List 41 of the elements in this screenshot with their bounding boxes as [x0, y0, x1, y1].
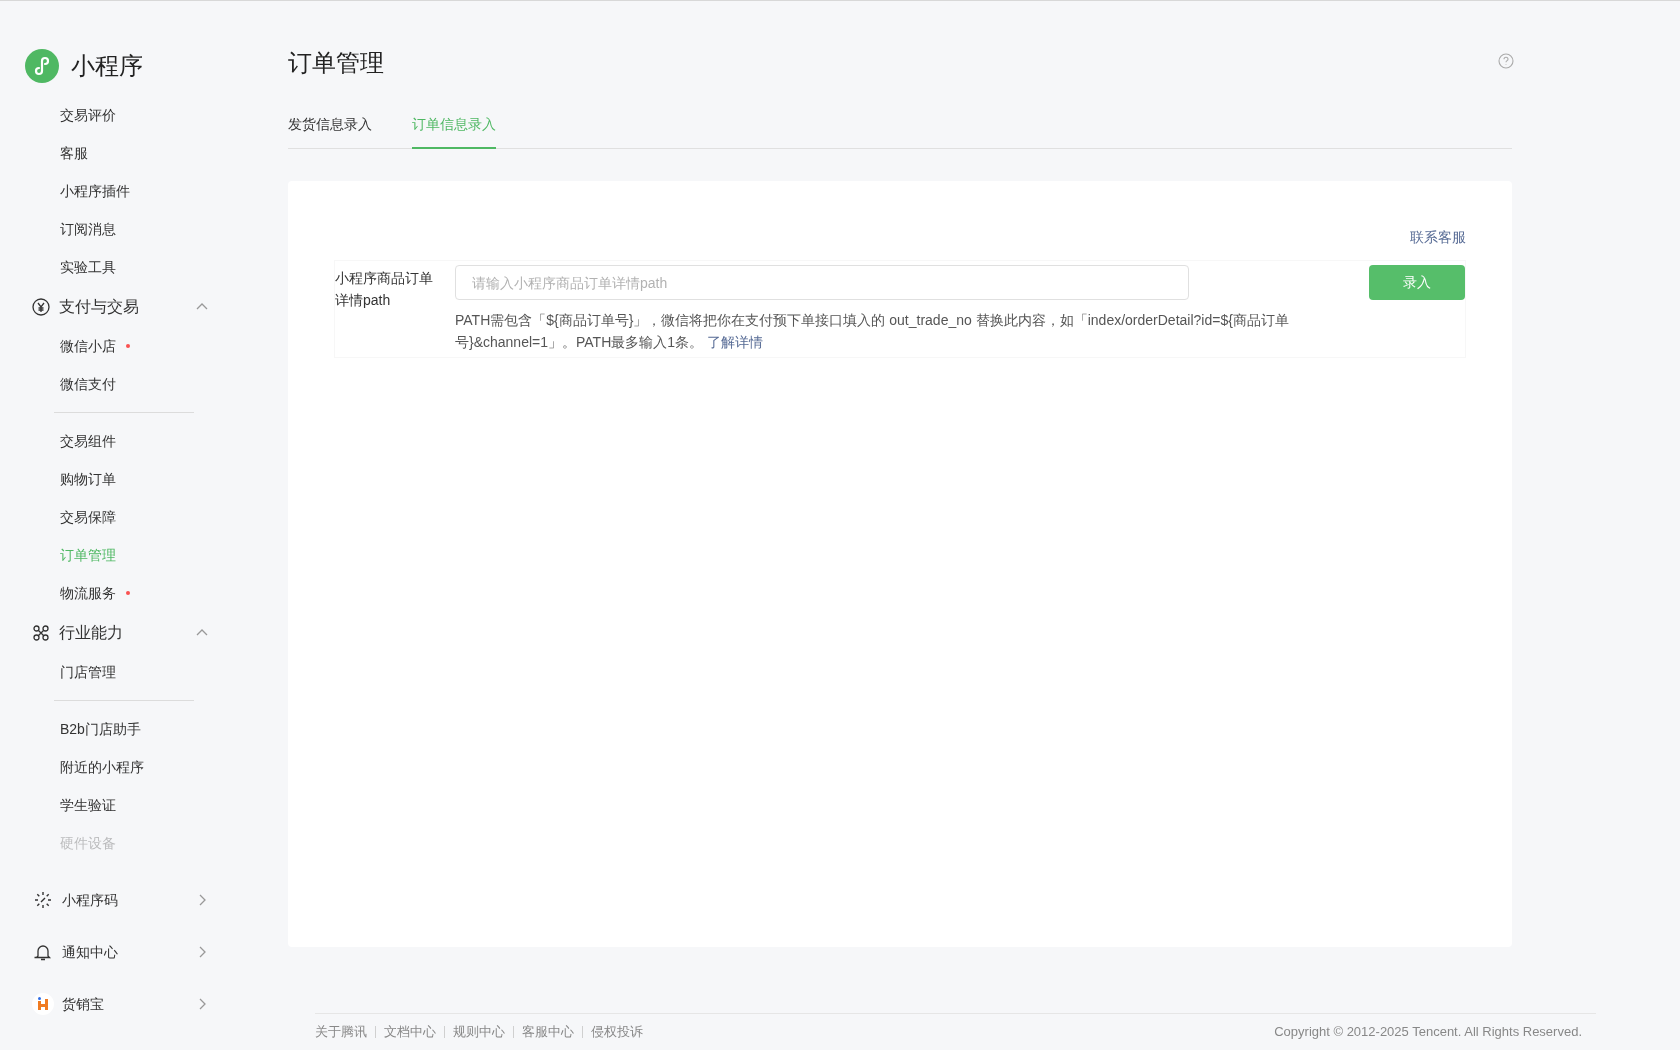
brand-title: 小程序 — [71, 51, 143, 81]
menu-item[interactable]: 购物订单 — [60, 468, 116, 490]
footer-link[interactable]: 规则中心 — [453, 1022, 505, 1042]
menu-item[interactable]: 物流服务 — [60, 582, 116, 604]
footer-link[interactable]: 客服中心 — [522, 1022, 574, 1042]
app-logo-icon — [25, 49, 59, 83]
page-title: 订单管理 — [288, 48, 384, 78]
bell-icon — [34, 943, 52, 961]
menu-item[interactable]: 微信小店 — [60, 335, 116, 357]
menu-item[interactable]: 客服 — [60, 142, 88, 164]
yen-icon — [32, 297, 50, 316]
tab[interactable]: 发货信息录入 — [288, 114, 372, 149]
menu-item[interactable]: 订阅消息 — [60, 218, 116, 240]
menu-item[interactable]: B2b门店助手 — [60, 718, 141, 740]
path-input-field[interactable]: 请输入小程序商品订单详情path — [455, 265, 1189, 300]
copyright-text: Copyright © 2012-2025 Tencent. All Rights Reserved. — [1274, 1023, 1582, 1041]
menu-item[interactable]: 通知中心 — [62, 941, 194, 963]
footer-link[interactable]: 文档中心 — [384, 1022, 436, 1042]
field-label: 小程序商品订单详情path — [335, 269, 434, 310]
app-logo-icon — [32, 993, 54, 1015]
contact-support-link[interactable]: 联系客服 — [1410, 227, 1466, 248]
learn-more-link[interactable]: 了解详情 — [706, 334, 763, 350]
help-icon[interactable] — [1498, 53, 1514, 69]
footer-link[interactable]: 关于腾讯 — [315, 1022, 367, 1042]
nodes-icon — [32, 623, 50, 642]
menu-section-title[interactable]: 支付与交易 — [59, 294, 194, 319]
menu-item[interactable]: 小程序码 — [62, 889, 194, 911]
menu-item[interactable]: 货销宝 — [62, 993, 194, 1015]
hint-text: PATH需包含「${商品订单号}」，微信将把你在支付预下单接口填入的 out_trade_no 替换此内容，如「index/orderDetail?id=${商品订单号}&channel=1」。PATH最多输入1条。 了解详情 — [455, 311, 1290, 352]
footer-link[interactable]: 侵权投诉 — [591, 1022, 643, 1042]
menu-item[interactable]: 实验工具 — [60, 256, 116, 278]
menu-item[interactable]: 交易评价 — [60, 104, 116, 126]
menu-item[interactable]: 学生验证 — [60, 794, 116, 816]
menu-item[interactable]: 微信支付 — [60, 373, 116, 395]
menu-item[interactable]: 交易保障 — [60, 506, 116, 528]
menu-item[interactable]: 交易组件 — [60, 430, 116, 452]
sparkle-icon — [34, 891, 52, 909]
menu-item[interactable]: 小程序插件 — [60, 180, 130, 202]
menu-item[interactable]: 附近的小程序 — [60, 756, 144, 778]
menu-item[interactable]: 门店管理 — [60, 661, 116, 683]
menu-section-title[interactable]: 行业能力 — [59, 620, 194, 645]
